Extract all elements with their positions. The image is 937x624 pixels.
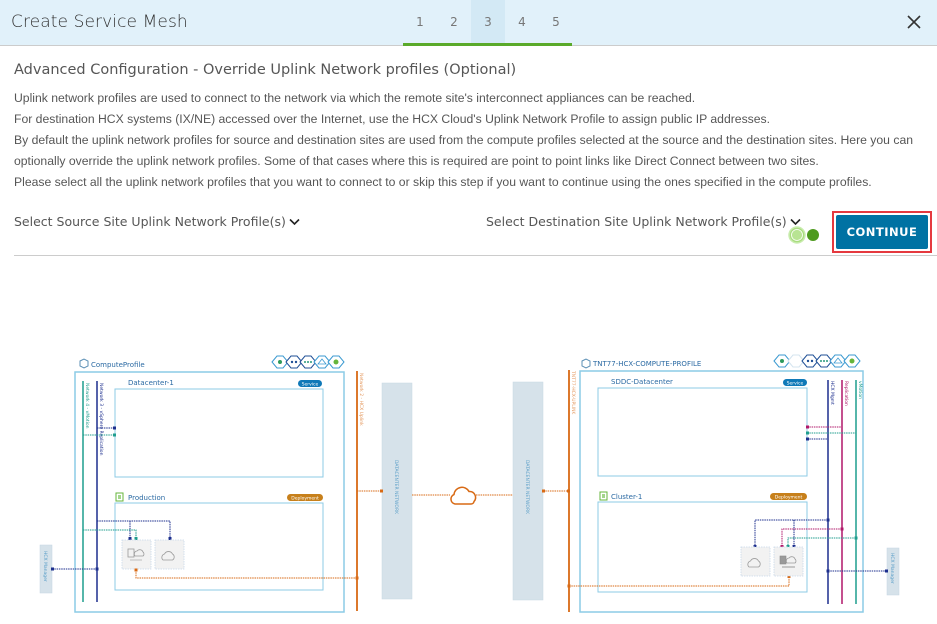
description-line: Uplink network profiles are used to conn… (14, 91, 696, 105)
source-deployment-cluster-label: Production (128, 494, 165, 502)
compute-profile-icon (581, 358, 591, 369)
destination-interconnect-appliance (773, 546, 804, 577)
destination-service-badge: Service (787, 381, 804, 387)
destination-select-label: Select Destination Site Uplink Network P… (486, 214, 787, 229)
source-replication-network-label: Network 3 - vSphere Replication (98, 383, 104, 456)
destination-vmotion-network-label: vMotion (857, 381, 863, 399)
destination-deployment-cluster-label: Cluster-1 (611, 493, 642, 501)
step-2[interactable]: 2 (437, 0, 471, 46)
destination-compute-profile-label: TNT77-HCX-COMPUTE-PROFILE (592, 360, 701, 368)
description-line: For destination HCX systems (IX/NE) acce… (14, 112, 771, 126)
status-dot-ring (791, 229, 803, 241)
close-button[interactable] (905, 13, 923, 31)
close-icon (907, 15, 921, 29)
compute-profile-icon (79, 358, 89, 369)
source-select-label: Select Source Site Uplink Network Profil… (14, 214, 286, 229)
source-service-cluster-label: Datacenter-1 (128, 379, 174, 387)
status-dot (807, 229, 819, 241)
destination-hcx-manager-label: HCX Manager (889, 553, 895, 584)
source-deployment-badge: Deployment (291, 496, 319, 502)
source-conn-port (113, 426, 116, 430)
wan-section: DATACENTER NETWORK DATACENTER NETWORK (357, 381, 570, 601)
destination-datacenter-network-label: DATACENTER NETWORK (524, 460, 530, 515)
destination-site: TNT77-HCX-COMPUTE-PROFILE SDDC-Datacente… (567, 354, 900, 613)
divider (14, 255, 937, 256)
destination-uplink-network-label: TNT77-HCX-UPLINK (570, 370, 576, 415)
description-line: Please select all the uplink network pro… (14, 175, 872, 189)
destination-service-cluster-box (597, 387, 808, 477)
step-1[interactable]: 1 (403, 0, 437, 46)
source-datacenter-network-label: DATACENTER NETWORK (393, 460, 399, 515)
cluster-icon (115, 492, 124, 502)
wizard-header: Create Service Mesh 1 2 3 4 5 (0, 0, 937, 46)
chevron-down-icon (790, 218, 801, 225)
step-5[interactable]: 5 (539, 0, 573, 46)
internet-cloud-icon (450, 486, 477, 505)
source-conn-port (134, 537, 138, 540)
destination-deployment-badge: Deployment (775, 495, 803, 501)
disaster-recovery-icon (327, 355, 345, 369)
destination-network-extension-appliance (740, 546, 771, 577)
source-uplink-profile-select[interactable]: Select Source Site Uplink Network Profil… (14, 214, 300, 229)
source-vmotion-network-label: Network 4 - vMotion (84, 383, 90, 429)
source-network-extension-appliance (154, 539, 185, 570)
source-uplink-network-label: Network 2 - HCX Uplink (358, 373, 364, 426)
destination-mgmt-network-label: HCX Mgmt (829, 381, 835, 405)
status-indicator (788, 226, 822, 244)
cluster-icon (599, 491, 608, 501)
description-line: By default the uplink network profiles f… (14, 133, 913, 168)
source-compute-profile-label: ComputeProfile (91, 361, 145, 369)
topology-diagram: ComputeProfile Datacenter-1 Service Prod… (0, 340, 937, 624)
source-interconnect-appliance (121, 539, 152, 570)
source-hcx-manager-label: HCX Manager (42, 551, 48, 582)
source-conn-port (113, 433, 116, 437)
description: Uplink network profiles are used to conn… (14, 88, 934, 193)
continue-button[interactable]: CONTINUE (836, 215, 928, 249)
steps-progress-bar (403, 43, 572, 46)
source-service-badge: Service (302, 382, 319, 388)
chevron-down-icon (289, 218, 300, 225)
destination-uplink-profile-select[interactable]: Select Destination Site Uplink Network P… (486, 214, 801, 229)
source-site: ComputeProfile Datacenter-1 Service Prod… (39, 355, 364, 613)
dialog-title: Create Service Mesh (11, 12, 188, 32)
step-4[interactable]: 4 (505, 0, 539, 46)
wizard-steps: 1 2 3 4 5 (403, 0, 573, 46)
service-icons (271, 355, 345, 369)
section-title: Advanced Configuration - Override Uplink… (14, 62, 517, 78)
source-conn-port (128, 537, 132, 540)
destination-service-cluster-label: SDDC-Datacenter (611, 378, 673, 386)
destination-replication-network-label: Replication (843, 381, 849, 406)
disaster-recovery-icon (843, 354, 861, 368)
step-3[interactable]: 3 (471, 0, 505, 46)
source-conn-port (168, 537, 172, 540)
service-icons (773, 354, 861, 368)
source-service-cluster-box (114, 388, 324, 478)
